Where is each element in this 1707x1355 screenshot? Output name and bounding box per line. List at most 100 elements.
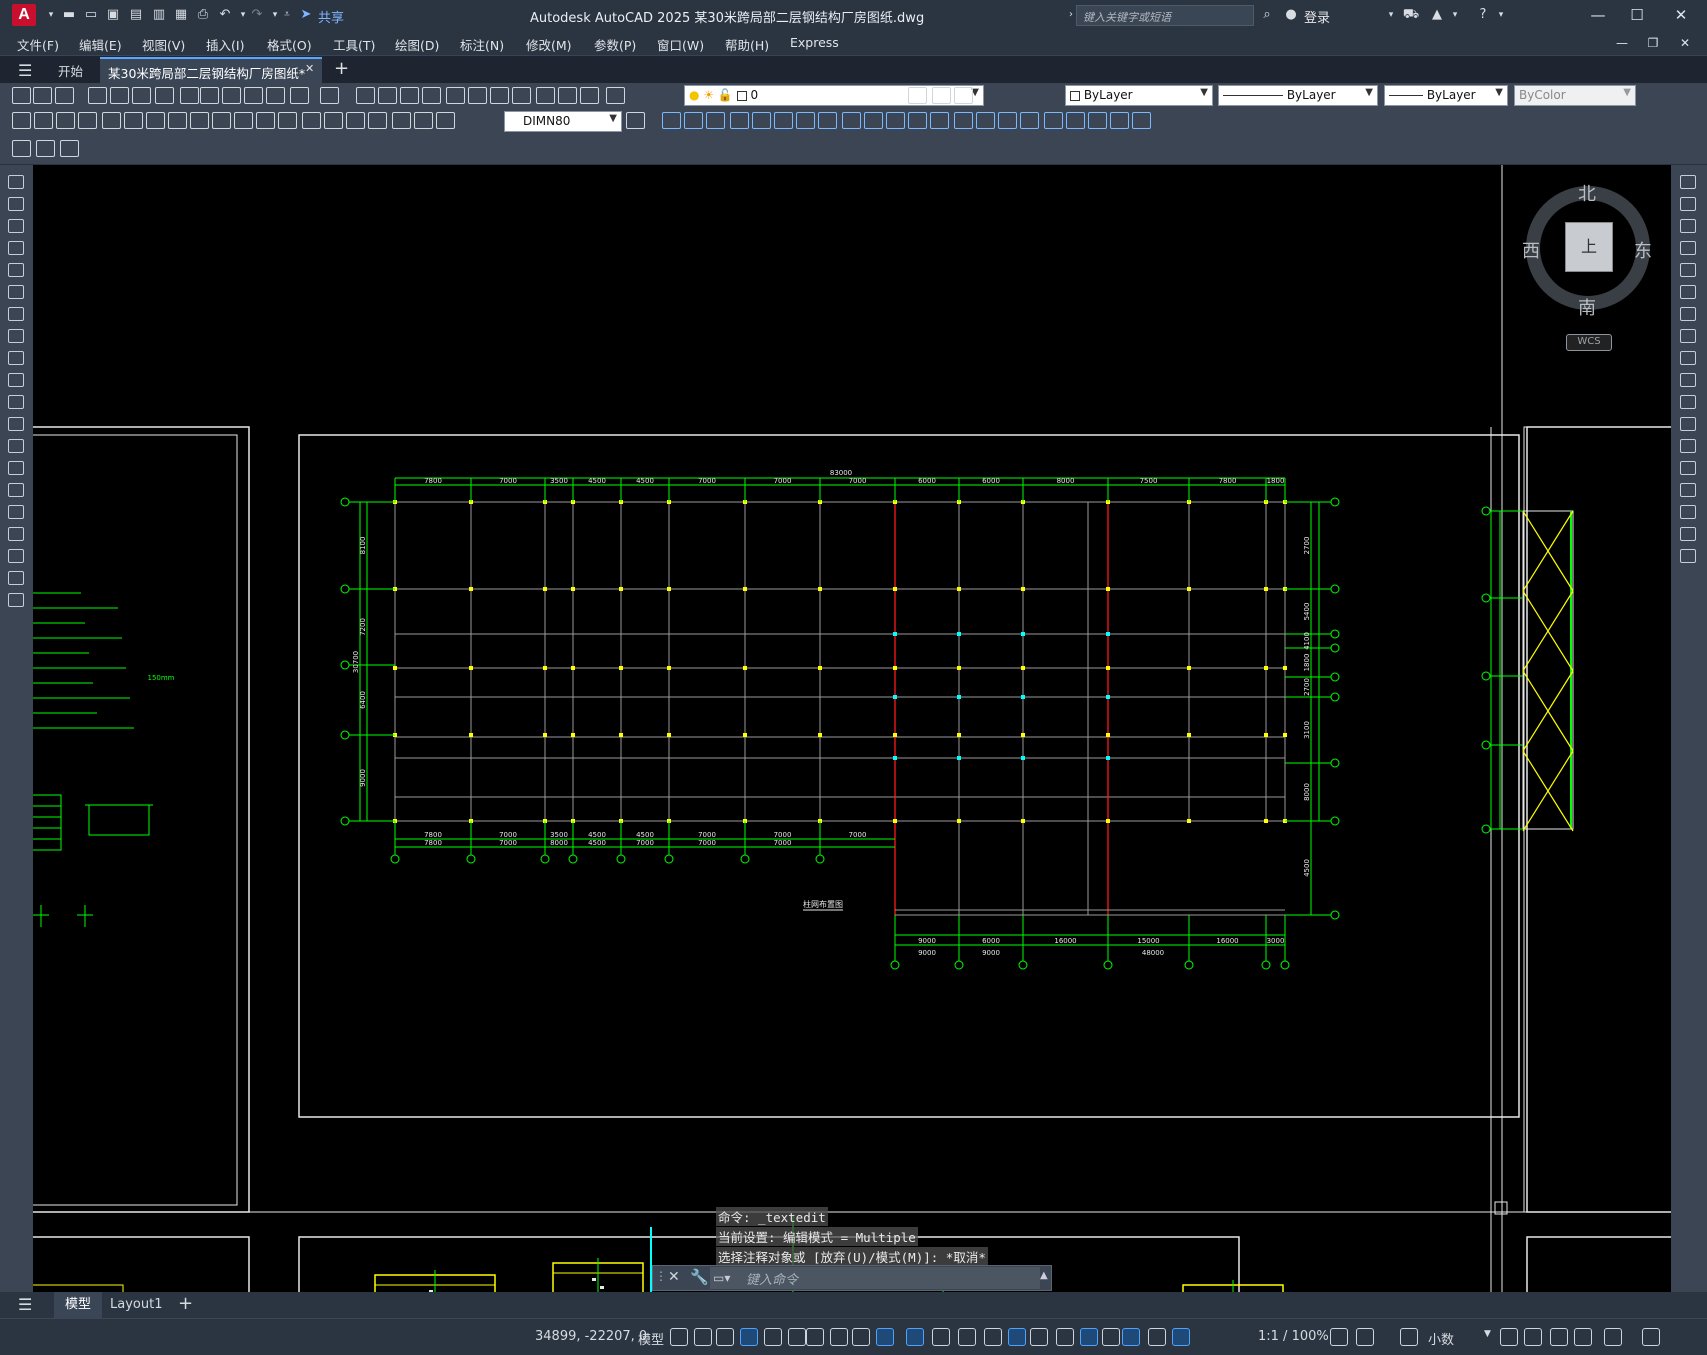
linetype-dropdown[interactable]: ByLayer ▼ [1218,85,1378,106]
rotate-icon[interactable] [1680,307,1696,321]
wedge-icon[interactable] [752,112,771,129]
polar-dropdown-icon[interactable] [788,1328,806,1346]
subtract-icon[interactable] [998,112,1017,129]
3dprint-icon[interactable] [155,87,174,104]
object-snap-icon[interactable] [876,1328,894,1346]
block-editor-icon[interactable] [266,87,285,104]
trim-icon[interactable] [1680,373,1696,387]
dim-continue-icon[interactable] [234,112,253,129]
cart-icon[interactable]: ⛟ [1402,7,1420,23]
doc-close-icon[interactable]: ✕ [1672,33,1698,53]
tab-start[interactable]: 开始 [58,61,83,80]
move-icon[interactable] [1680,285,1696,299]
intersect-icon[interactable] [1020,112,1039,129]
dim-linear-icon[interactable] [12,112,31,129]
refedit-icon[interactable] [12,140,31,157]
menu-parametric[interactable]: 参数(P) [594,35,636,54]
wcs-menu[interactable]: WCS [1566,334,1612,351]
command-close-icon[interactable]: ✕ [668,1269,680,1285]
help-icon[interactable] [580,87,599,104]
menu-modify[interactable]: 修改(M) [526,35,572,54]
refclose-icon[interactable] [36,140,55,157]
offset-icon[interactable] [1680,241,1696,255]
viewcube-north[interactable]: 北 [1578,180,1596,206]
isolate-objects-icon[interactable] [1550,1328,1568,1346]
dim-diameter-icon[interactable] [146,112,165,129]
tab-layout1[interactable]: Layout1 [110,1297,162,1312]
xattach-icon[interactable] [60,140,79,157]
zoom-realtime-icon[interactable] [378,87,397,104]
search-input[interactable]: 键入关键字或短语 [1076,5,1254,26]
doc-minimize-icon[interactable]: — [1609,33,1635,53]
center-mark-icon[interactable] [324,112,343,129]
help-dropdown-icon[interactable]: ▾ [1492,7,1510,23]
spline-icon[interactable] [8,351,24,365]
menu-format[interactable]: 格式(O) [267,35,312,54]
auto-scale-icon[interactable] [1148,1328,1166,1346]
minimize-icon[interactable]: — [1585,5,1611,25]
array-icon[interactable] [1680,263,1696,277]
dim-break-icon[interactable] [278,112,297,129]
pan-icon[interactable] [356,87,375,104]
dimstyle-manager-icon[interactable] [626,112,645,129]
tolerance-icon[interactable] [302,112,321,129]
chamfer-icon[interactable] [1680,483,1696,497]
extrude-icon[interactable] [796,112,815,129]
command-input[interactable]: 键入命令 [710,1267,1040,1289]
dim-space-icon[interactable] [256,112,275,129]
qnew-icon[interactable] [12,87,31,104]
lineweight-icon[interactable] [932,1328,950,1346]
dim-ordinate-icon[interactable] [78,112,97,129]
setup-drawing-icon[interactable] [908,112,927,129]
ortho-icon[interactable] [740,1328,758,1346]
snap-icon[interactable] [694,1328,712,1346]
scale-icon[interactable] [1680,329,1696,343]
revolve-icon[interactable] [818,112,837,129]
menu-file[interactable]: 文件(F) [17,35,59,54]
open-icon[interactable] [33,87,52,104]
menu-tools[interactable]: 工具(T) [333,35,375,54]
hamburger-menu-icon[interactable]: ☰ [18,61,32,80]
customization-icon[interactable] [1642,1328,1660,1346]
annotation-monitor-icon[interactable] [1356,1328,1374,1346]
menu-help[interactable]: 帮助(H) [725,35,769,54]
gizmo-icon[interactable] [1080,1328,1098,1346]
object-snap-dropdown-icon[interactable] [906,1328,924,1346]
grid-icon[interactable] [670,1328,688,1346]
flatshot-icon[interactable] [1044,112,1063,129]
gizmo-dropdown-icon[interactable] [1102,1328,1120,1346]
menu-insert[interactable]: 插入(I) [206,35,244,54]
cut-icon[interactable] [180,87,199,104]
inspect-icon[interactable] [346,112,365,129]
polar-icon[interactable] [764,1328,782,1346]
layer-properties-icon[interactable] [606,87,625,104]
break-at-point-icon[interactable] [1680,417,1696,431]
insert-block-icon[interactable] [8,417,24,431]
quick-properties-icon[interactable] [1500,1328,1518,1346]
object-snap-tracking-icon[interactable] [852,1328,870,1346]
isometric-icon[interactable] [806,1328,824,1346]
dim-aligned-icon[interactable] [34,112,53,129]
dim-edit-icon[interactable] [392,112,411,129]
lock-ui-icon[interactable] [1524,1328,1542,1346]
hatch-icon[interactable] [8,483,24,497]
construction-line-icon[interactable] [8,197,24,211]
publish-icon[interactable] [132,87,151,104]
app-menu-button[interactable]: A [12,4,36,26]
erase-icon[interactable] [1680,175,1696,189]
user-icon[interactable]: ● [1282,7,1300,23]
sweep-icon[interactable] [1066,112,1085,129]
menu-window[interactable]: 窗口(W) [657,35,704,54]
circle-icon[interactable] [8,307,24,321]
3d-object-snap-icon[interactable] [1008,1328,1026,1346]
section-icon[interactable] [864,112,883,129]
setup-view-icon[interactable] [930,112,949,129]
lineweight-dropdown[interactable]: ByLayer ▼ [1384,85,1508,106]
copy-object-icon[interactable] [1680,197,1696,211]
command-history-toggle-icon[interactable]: ▲ [1040,1270,1048,1281]
dim-update-icon[interactable] [436,112,455,129]
save-web-icon[interactable]: ▦ [172,7,190,23]
login-button[interactable]: 登录 [1304,7,1330,26]
save-icon[interactable] [55,87,74,104]
join-icon[interactable] [1680,461,1696,475]
